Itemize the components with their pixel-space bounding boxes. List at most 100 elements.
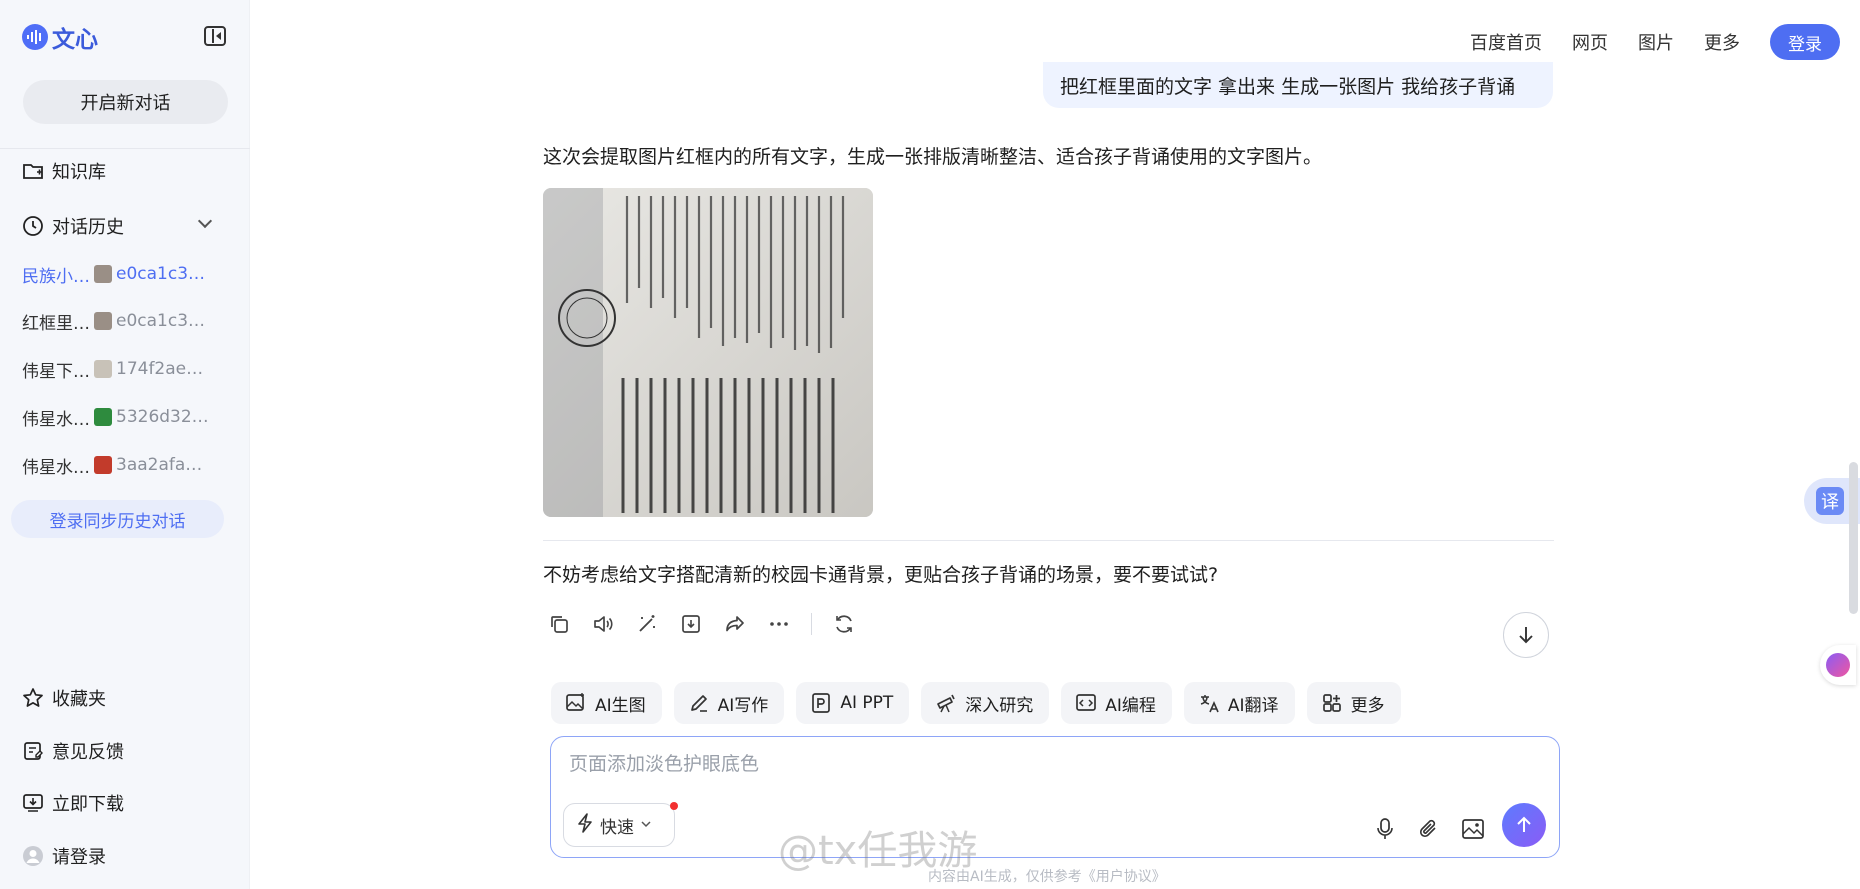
chevron-down-icon[interactable] xyxy=(197,213,213,229)
feedback-icon xyxy=(22,740,44,762)
attachment-icon[interactable] xyxy=(1417,817,1441,841)
sidebar-item-label: 知识库 xyxy=(52,162,106,183)
speaker-icon[interactable] xyxy=(591,612,615,636)
tool-label: 更多 xyxy=(1350,695,1385,716)
tool-label: AI生图 xyxy=(595,695,646,716)
sidebar-item-feedback[interactable]: 意见反馈 xyxy=(22,738,124,764)
history-item-hash: e0ca1c3… xyxy=(116,264,206,284)
clock-icon xyxy=(22,215,44,237)
tool-ai-ppt[interactable]: AI PPT xyxy=(796,682,910,724)
download-icon xyxy=(22,792,44,814)
history-item-hash: 174f2ae… xyxy=(116,359,204,379)
login-button[interactable]: 登录 xyxy=(1770,24,1840,60)
tool-ai-translate[interactable]: AI翻译 xyxy=(1183,682,1295,724)
app-logo[interactable]: 文心 xyxy=(22,20,98,54)
history-item-title: 伟星水… xyxy=(22,409,90,430)
history-thumbnail xyxy=(94,312,112,330)
follow-up-suggestion: 不妨考虑给文字搭配清新的校园卡通背景，更贴合孩子背诵的场景，要不要试试? xyxy=(543,564,1219,586)
collapse-sidebar-icon[interactable] xyxy=(204,26,226,46)
sync-history-button[interactable]: 登录同步历史对话 xyxy=(11,500,224,538)
history-item[interactable]: 民族小… e0ca1c3… xyxy=(22,259,212,289)
sidebar-item-history[interactable]: 对话历史 xyxy=(22,213,124,239)
scroll-to-bottom-button[interactable] xyxy=(1503,612,1549,658)
history-item-title: 红框里… xyxy=(22,313,90,334)
sidebar-item-label: 对话历史 xyxy=(52,217,124,238)
pen-icon xyxy=(688,692,710,714)
history-item-title: 民族小… xyxy=(22,266,90,287)
chevron-down-icon xyxy=(640,815,652,835)
translate-icon xyxy=(1198,692,1220,714)
sidebar-item-knowledge[interactable]: 知识库 xyxy=(22,158,106,184)
history-item-hash: e0ca1c3… xyxy=(116,311,206,331)
sidebar-item-login[interactable]: 请登录 xyxy=(22,843,106,869)
nav-link-web[interactable]: 网页 xyxy=(1572,29,1608,55)
document-photo[interactable] xyxy=(543,188,873,517)
arrow-up-icon xyxy=(1517,816,1531,832)
history-item-hash: 3aa2afa… xyxy=(116,455,203,475)
ppt-icon xyxy=(810,692,832,714)
history-item-hash: 5326d32… xyxy=(116,407,209,427)
chat-input[interactable] xyxy=(569,749,1469,779)
tool-label: AI写作 xyxy=(717,695,769,716)
nav-link-images[interactable]: 图片 xyxy=(1638,29,1674,55)
message-actions xyxy=(547,612,856,636)
history-item[interactable]: 红框里… e0ca1c3… xyxy=(22,306,212,336)
regenerate-icon[interactable] xyxy=(832,612,856,636)
tool-label: 深入研究 xyxy=(965,695,1034,716)
tool-ai-image[interactable]: AI生图 xyxy=(551,682,662,724)
history-thumbnail xyxy=(94,408,112,426)
grid-plus-icon xyxy=(1321,692,1343,714)
magic-wand-icon[interactable] xyxy=(635,612,659,636)
tool-ai-coding[interactable]: AI编程 xyxy=(1061,682,1172,724)
history-item[interactable]: 伟星下… 174f2ae… xyxy=(22,354,212,384)
tool-bar: AI生图 AI写作 AI PPT 深入研究 AI编程 AI翻译 更多 xyxy=(551,682,1401,724)
code-icon xyxy=(1075,692,1097,714)
logo-text: 文心 xyxy=(52,27,98,53)
bot-icon xyxy=(1826,653,1850,677)
more-horizontal-icon[interactable] xyxy=(767,612,791,636)
new-chat-button[interactable]: 开启新对话 xyxy=(23,80,228,124)
share-icon[interactable] xyxy=(723,612,747,636)
scrollbar-thumb[interactable] xyxy=(1849,462,1858,614)
star-icon xyxy=(22,687,44,709)
history-item-title: 伟星下… xyxy=(22,361,90,382)
sidebar: 文心 开启新对话 知识库 对话历史 民族小… e0ca1c3… 红框里… e0c… xyxy=(0,0,250,889)
top-nav: 百度首页 网页 图片 更多 登录 xyxy=(1470,24,1840,60)
chat-composer: 快速 xyxy=(550,736,1560,858)
message-divider xyxy=(543,540,1554,541)
sidebar-item-label: 意见反馈 xyxy=(52,742,124,763)
history-item[interactable]: 伟星水… 5326d32… xyxy=(22,402,212,432)
logo-icon xyxy=(22,24,48,50)
nav-link-more[interactable]: 更多 xyxy=(1704,29,1740,55)
tool-ai-writing[interactable]: AI写作 xyxy=(673,682,785,724)
image-gen-icon xyxy=(565,692,587,714)
save-download-icon[interactable] xyxy=(679,612,703,636)
sidebar-item-label: 立即下载 xyxy=(52,794,124,815)
sidebar-item-favorites[interactable]: 收藏夹 xyxy=(22,685,106,711)
image-upload-icon[interactable] xyxy=(1461,817,1485,841)
history-thumbnail xyxy=(94,265,112,283)
sidebar-item-download[interactable]: 立即下载 xyxy=(22,790,124,816)
copy-icon[interactable] xyxy=(547,612,571,636)
assistant-answer-text: 这次会提取图片红框内的所有文字，生成一张排版清晰整洁、适合孩子背诵使用的文字图片… xyxy=(543,146,1323,168)
tool-deep-research[interactable]: 深入研究 xyxy=(921,682,1050,724)
assistant-float-icon[interactable] xyxy=(1820,645,1856,685)
history-item-title: 伟星水… xyxy=(22,457,90,478)
mode-selector[interactable]: 快速 xyxy=(563,802,678,847)
sidebar-item-label: 收藏夹 xyxy=(52,689,106,710)
nav-link-baidu-home[interactable]: 百度首页 xyxy=(1470,29,1542,55)
send-button[interactable] xyxy=(1502,803,1546,847)
tool-more[interactable]: 更多 xyxy=(1306,682,1401,724)
tool-label: AI编程 xyxy=(1105,695,1156,716)
microphone-icon[interactable] xyxy=(1373,817,1397,841)
tool-label: AI PPT xyxy=(840,693,894,713)
ai-disclaimer: 内容由AI生成，仅供参考《用户协议》 xyxy=(928,869,1166,885)
lightning-icon xyxy=(576,812,594,838)
history-item[interactable]: 伟星水… 3aa2afa… xyxy=(22,450,212,480)
app-root: 文心 开启新对话 知识库 对话历史 民族小… e0ca1c3… 红框里… e0c… xyxy=(0,0,1860,889)
tool-label: AI翻译 xyxy=(1227,695,1279,716)
telescope-icon xyxy=(935,692,957,714)
avatar-icon xyxy=(22,845,44,867)
sidebar-divider xyxy=(0,148,250,149)
sidebar-item-label: 请登录 xyxy=(52,847,106,868)
